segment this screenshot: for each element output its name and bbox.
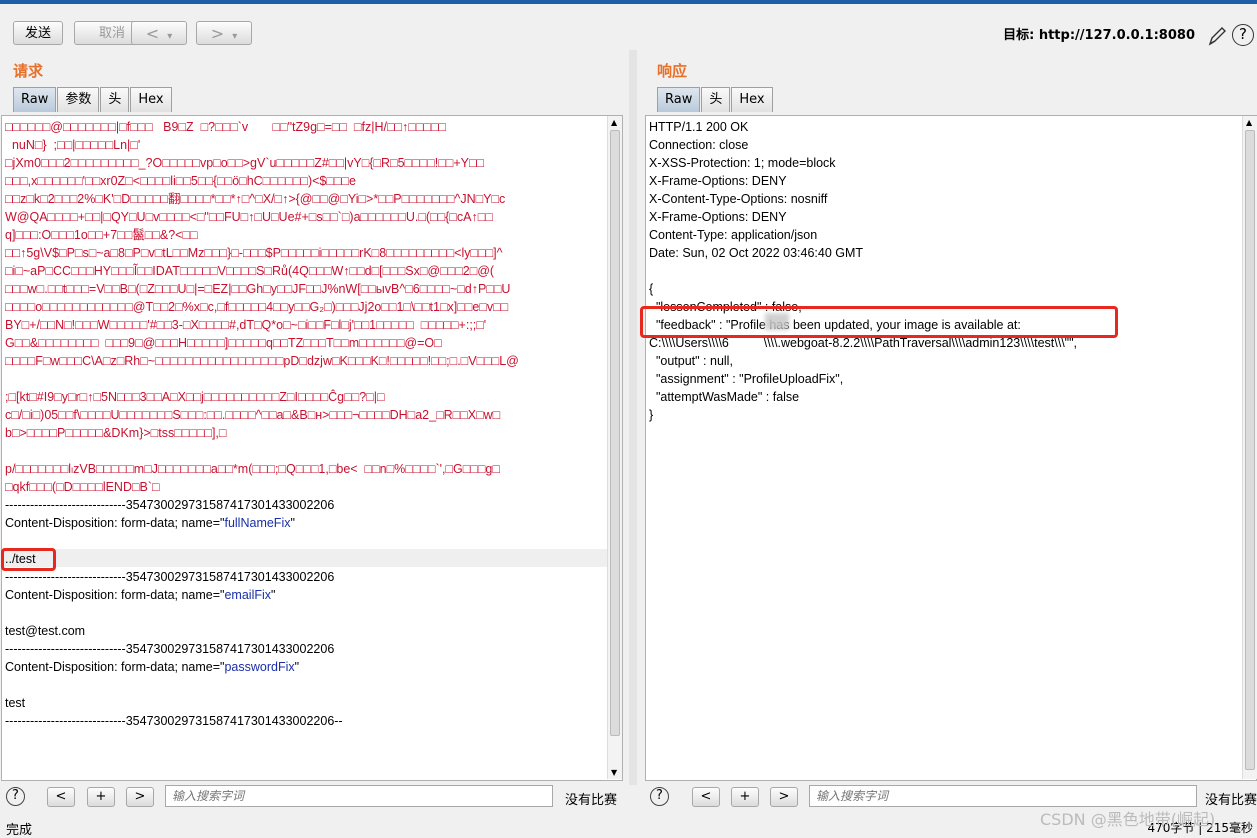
response-scrollbar[interactable]: ▲	[1242, 116, 1257, 779]
request-line: □□□,x□□□□□□'□□xr0Z□<□□□□li□□5□□{□□ö□hC□□…	[5, 174, 356, 188]
request-search-input[interactable]	[165, 785, 553, 807]
request-line: G□□&□□□□□□□□ □□□9□@□□□H□□□□□]□□□□□q□□TZ□…	[5, 336, 442, 350]
pencil-icon[interactable]	[1207, 24, 1227, 48]
request-editor[interactable]: □□□□□□@□□□□□□□|□f□□□ B9□Z □?□□□`v □□"tZ9…	[1, 115, 623, 781]
request-line: □i□~aP□CC□□□HY□□□Ĩ□□IDAT□□□□□V□□□□S□Rů(4…	[5, 264, 495, 278]
response-line: Content-Type: application/json	[649, 228, 818, 242]
response-line: X-Content-Type-Options: nosniff	[649, 192, 828, 206]
scroll-down-icon[interactable]: ▼	[611, 768, 617, 777]
request-line: □□↑5g\V$□P□s□~a□8□P□v□tL□□Mz□□□}□-□□□$P□…	[5, 246, 503, 260]
back-button[interactable]: < ▾	[131, 21, 187, 45]
response-search-next-button[interactable]: >	[770, 787, 798, 807]
response-line: "output" : null,	[649, 354, 733, 368]
request-line: p/□□□□□□□lₗzVB□□□□□m□J□□□□□□□a□□*m(□□□;□…	[5, 462, 500, 476]
request-tab-headers[interactable]: 头	[100, 87, 130, 112]
request-line: ;□[kt□#I9□y□r□↑□5N□□□3□□A□X□□j□□□□□□□□□□…	[5, 390, 385, 404]
request-scrollbar[interactable]: ▲ ▼	[607, 116, 622, 779]
request-line: □□□w□.□□t□□□=V□□B□(□Z□□□U□|=□EZ|□□Gh□y□□…	[5, 282, 511, 296]
scroll-up-icon[interactable]: ▲	[1246, 118, 1252, 127]
request-scroll-thumb[interactable]	[610, 130, 620, 736]
request-line: -----------------------------35473002973…	[5, 642, 335, 656]
annotation-box-request	[1, 548, 56, 571]
request-line: -----------------------------35473002973…	[5, 498, 335, 512]
request-line: Content-Disposition: form-data; name="em…	[5, 588, 276, 602]
request-line: □□□□F□w□□□C\A□z□Rh□~□□□□□□□□□□□□□□□□□pD□…	[5, 354, 519, 368]
response-search-add-button[interactable]: +	[731, 787, 759, 807]
request-line: q]□□□:O□□□1o□□+7□□鬣□□&?<□□	[5, 228, 198, 242]
request-line: nuN□} ;□□|□□□□□Ln|□'	[5, 138, 141, 152]
request-line: b□>□□□□P□□□□□&DKm}>□tss□□□□□],□	[5, 426, 227, 440]
help-button[interactable]: ?	[1232, 24, 1254, 46]
request-line: □□□□□□@□□□□□□□|□f□□□ B9□Z □?□□□`v □□"tZ9…	[5, 120, 447, 134]
response-scroll-thumb[interactable]	[1245, 130, 1255, 770]
request-line: □□□□o□□□□□□□□□□□□@T□□2□%x□c,□f□□□□□4□□y□…	[5, 300, 509, 314]
current-line-highlight	[2, 549, 610, 567]
request-line: test@test.com	[5, 624, 86, 638]
request-line: □jXm0□□□2□□□□□□□□□_?O□□□□□vp□o□□>gV`u□□□…	[5, 156, 485, 170]
back-arrow-icon: <	[145, 24, 160, 43]
request-search-status: 没有比赛	[565, 793, 618, 808]
toolbar: 发送 取消 < ▾ > ▾ 目标: http://127.0.0.1:8080 …	[0, 4, 1257, 46]
request-line: □□z□k□2□□□2%□K'□D□□□□□翻□□□□*□□*↑□^□X/□↑>…	[5, 192, 506, 206]
request-line: W@QA□□□□+□□|□QY□U□v□□□□<□"□□FU□↑□U□Ue#+□…	[5, 210, 493, 224]
response-line: X-Frame-Options: DENY	[649, 210, 787, 224]
scroll-up-icon[interactable]: ▲	[611, 118, 617, 127]
response-search-prev-button[interactable]: <	[692, 787, 720, 807]
request-line: BY□+/□□N□!□□□W□□□□□'#□□3-□X□□□□#,dT□Q*o□…	[5, 318, 487, 332]
request-search-help-icon[interactable]: ?	[6, 787, 25, 806]
response-tab-hex[interactable]: Hex	[731, 87, 773, 112]
request-tabs: Raw 参数 头 Hex	[13, 87, 173, 113]
response-tab-headers[interactable]: 头	[701, 87, 731, 112]
request-line: test	[5, 696, 26, 710]
request-tab-hex[interactable]: Hex	[130, 87, 172, 112]
request-title: 请求	[13, 62, 44, 80]
watermark: CSDN @黑色地带(崛起)	[1040, 810, 1216, 829]
response-search-help-icon[interactable]: ?	[650, 787, 669, 806]
request-tab-params[interactable]: 参数	[57, 87, 100, 112]
request-line: -----------------------------35473002973…	[5, 714, 343, 728]
request-line: Content-Disposition: form-data; name="fu…	[5, 516, 295, 530]
response-search-input[interactable]	[809, 785, 1197, 807]
forward-arrow-icon: >	[210, 24, 225, 43]
status-text: 完成	[6, 823, 33, 838]
response-editor[interactable]: HTTP/1.1 200 OK Connection: close X-XSS-Pr…	[645, 115, 1257, 781]
request-line: Content-Disposition: form-data; name="pa…	[5, 660, 300, 674]
response-line: "attemptWasMade" : false	[649, 390, 800, 404]
request-search-add-button[interactable]: +	[87, 787, 115, 807]
response-line: Connection: close	[649, 138, 749, 152]
request-line: c□/□i□)05□□f\□□□□U□□□□□□□S□□□:□□.□□□□^□□…	[5, 408, 501, 422]
target-label: 目标: http://127.0.0.1:8080	[1003, 28, 1195, 43]
response-line: "assignment" : "ProfileUploadFix",	[649, 372, 844, 386]
forward-button[interactable]: > ▾	[196, 21, 252, 45]
request-search-next-button[interactable]: >	[126, 787, 154, 807]
request-search-prev-button[interactable]: <	[47, 787, 75, 807]
response-line: Date: Sun, 02 Oct 2022 03:46:40 GMT	[649, 246, 864, 260]
back-menu-icon: ▾	[167, 31, 173, 42]
response-line: {	[649, 282, 654, 296]
request-line: -----------------------------35473002973…	[5, 570, 335, 584]
response-tabs: Raw 头 Hex	[657, 87, 774, 113]
request-line: □qkf□□□(□D□□□□lEND□B`□	[5, 480, 160, 494]
pane-divider[interactable]	[629, 50, 637, 785]
response-tab-raw[interactable]: Raw	[657, 87, 701, 112]
forward-menu-icon: ▾	[232, 31, 238, 42]
annotation-box-response	[640, 306, 1118, 338]
request-tab-raw[interactable]: Raw	[13, 87, 57, 112]
response-title: 响应	[657, 62, 688, 80]
response-line: HTTP/1.1 200 OK	[649, 120, 749, 134]
response-line: X-XSS-Protection: 1; mode=block	[649, 156, 836, 170]
response-line: X-Frame-Options: DENY	[649, 174, 787, 188]
send-button[interactable]: 发送	[13, 21, 63, 45]
response-line: }	[649, 408, 654, 422]
